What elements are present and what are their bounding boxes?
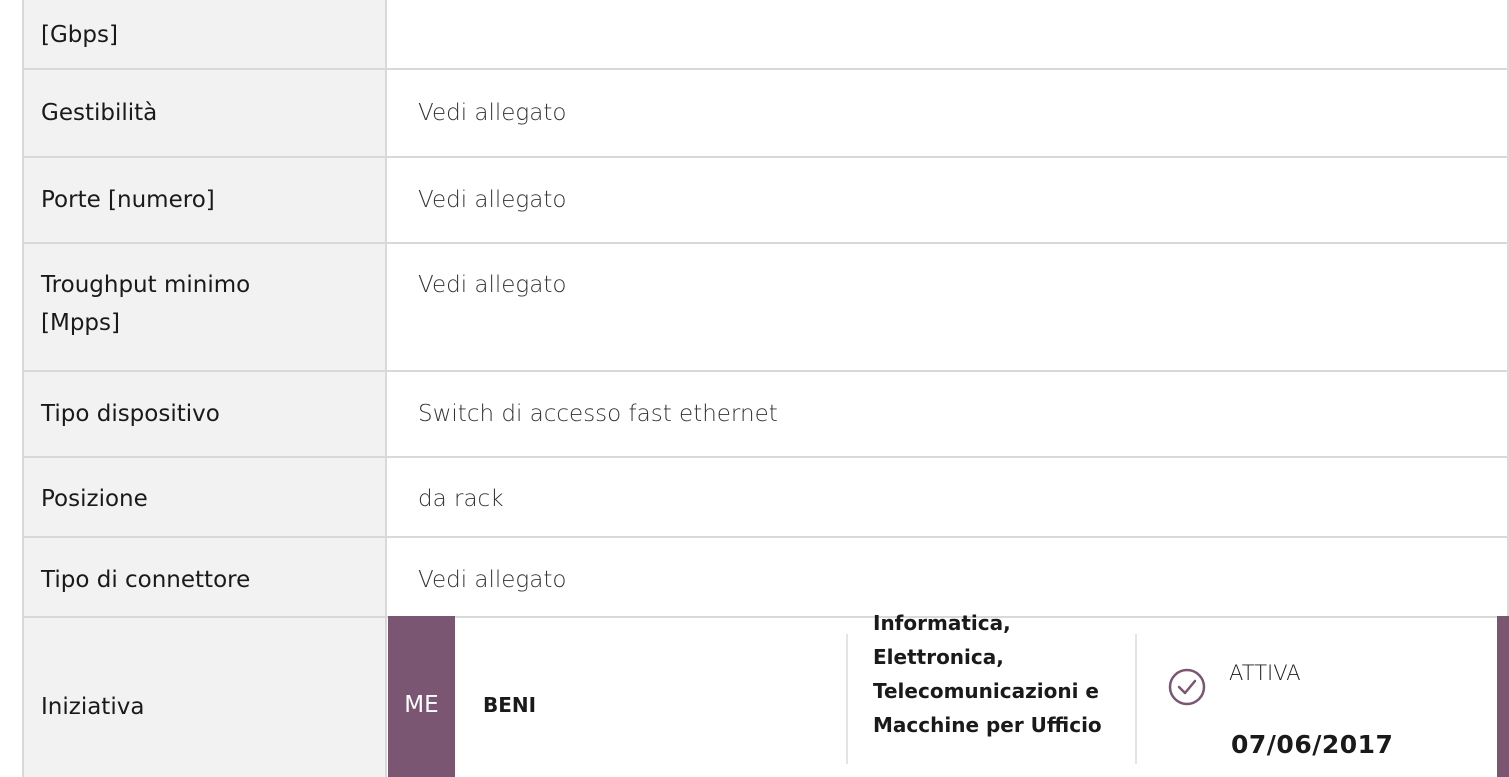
iniziativa-date: 07/06/2017 — [1231, 730, 1394, 759]
spec-row-throughput: Troughput minimo [Mpps] Vedi allegato — [22, 244, 1509, 372]
spec-row-posizione: Posizione da rack — [22, 458, 1509, 538]
check-circle-icon — [1167, 667, 1207, 707]
spec-value: Switch di accesso fast ethernet — [418, 401, 778, 427]
spec-value: Vedi allegato — [418, 100, 567, 126]
spec-label: Porte [numero] — [41, 187, 215, 213]
spec-label: Gestibilità — [41, 100, 158, 126]
spec-row-tipo-connettore: Tipo di connettore Vedi allegato — [22, 538, 1509, 618]
card-divider — [846, 634, 848, 764]
spec-value: Vedi allegato — [418, 187, 567, 213]
card-divider — [1135, 634, 1137, 764]
iniziativa-type: BENI — [483, 693, 537, 717]
iniziativa-status: ATTIVA — [1229, 661, 1301, 685]
iniziativa-label: Iniziativa — [41, 694, 145, 720]
card-accent-stripe — [1497, 616, 1509, 777]
spec-value: da rack — [418, 486, 504, 512]
spec-label: Troughput minimo [Mpps] — [41, 272, 251, 336]
iniziativa-category: Informatica, Elettronica, Telecomunicazi… — [873, 611, 1102, 737]
spec-value: Vedi allegato — [418, 567, 567, 593]
product-spec-page: [Gbps] Gestibilità Vedi allegato Porte [… — [0, 0, 1509, 777]
spec-label: Posizione — [41, 486, 148, 512]
spec-row-porte: Porte [numero] Vedi allegato — [22, 158, 1509, 244]
iniziativa-badge: ME — [404, 692, 439, 718]
spec-value: Vedi allegato — [418, 272, 567, 298]
spec-row-tipo-dispositivo: Tipo dispositivo Switch di accesso fast … — [22, 372, 1509, 458]
spec-row-gestibilita: Gestibilità Vedi allegato — [22, 70, 1509, 158]
spec-label: Tipo di connettore — [41, 567, 251, 593]
spec-label: Tipo dispositivo — [41, 401, 220, 427]
spec-row-partial: [Gbps] — [22, 0, 1509, 70]
spec-label: [Gbps] — [41, 22, 118, 48]
